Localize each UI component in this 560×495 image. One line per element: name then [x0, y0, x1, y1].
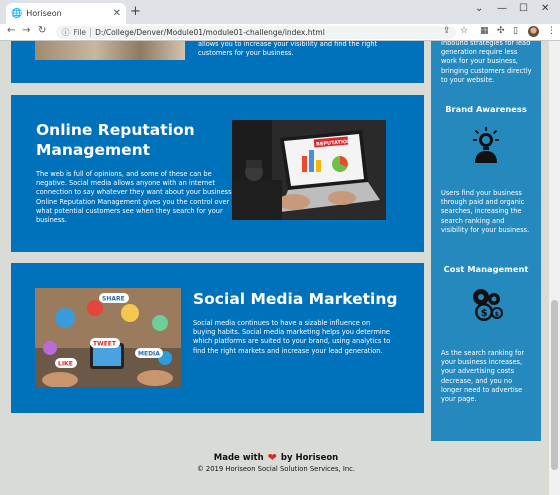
reputation-card: Online Reputation Management The web is …	[11, 95, 424, 252]
page-footer: Made with ❤ by Horiseon © 2019 Horiseon …	[0, 451, 552, 473]
tweet-label: TWEET	[93, 341, 117, 348]
extension-icon[interactable]: ▦	[480, 26, 489, 36]
cost-gears-icon: $ $	[467, 285, 505, 323]
new-tab-button[interactable]: +	[130, 4, 141, 19]
menu-icon[interactable]: ⋮	[547, 26, 556, 36]
social-media-image: TWEET LIKE MEDIA SHARE	[35, 288, 181, 387]
tab-title: Horiseon	[26, 9, 62, 18]
url-text[interactable]: D:/College/Denver/Module01/module01-chal…	[95, 28, 325, 37]
like-label: LIKE	[58, 361, 73, 368]
search-engine-text: allows you to increase your visibility a…	[198, 41, 378, 58]
forward-icon[interactable]: →	[22, 25, 30, 36]
reload-icon[interactable]: ↻	[38, 25, 46, 36]
by-horiseon-text: by Horiseon	[280, 453, 339, 463]
sidebar-icon[interactable]: ▯	[513, 26, 518, 36]
brand-awareness-title: Brand Awareness	[445, 104, 527, 114]
profile-avatar[interactable]	[528, 26, 539, 37]
made-with-line: Made with ❤ by Horiseon	[0, 451, 552, 464]
address-bar[interactable]: ⓘ File D:/College/Denver/Module01/module…	[56, 26, 456, 39]
globe-icon: 🌐	[11, 8, 23, 19]
info-icon[interactable]: ⓘ	[62, 27, 70, 38]
maximize-button[interactable]: ☐	[519, 3, 528, 14]
share-icon[interactable]: ⇪	[443, 26, 451, 36]
lead-generation-text: Inbound strategies for lead generation r…	[441, 41, 532, 84]
cost-management-title: Cost Management	[443, 264, 529, 274]
search-engine-image	[35, 41, 185, 60]
tab-horiseon[interactable]: 🌐 Horiseon ✕	[6, 3, 126, 24]
scrollbar-thumb[interactable]	[551, 300, 558, 470]
svg-text:$: $	[481, 308, 488, 319]
media-label: MEDIA	[138, 351, 160, 358]
tab-search-icon[interactable]: ⌄	[475, 3, 483, 14]
back-icon[interactable]: ←	[7, 25, 15, 36]
page-viewport: allows you to increase your visibility a…	[0, 41, 560, 495]
search-engine-card: allows you to increase your visibility a…	[11, 41, 424, 83]
brand-awareness-text: Users find your business through paid an…	[441, 189, 530, 234]
address-toolbar: ← → ↻ ⓘ File D:/College/Denver/Module01/…	[0, 24, 560, 41]
url-scheme-label: File	[74, 28, 92, 37]
reputation-text: The web is full of opinions, and some of…	[36, 170, 234, 225]
reputation-image: REPUTATION	[232, 120, 386, 220]
cost-management-text: As the search ranking for your business …	[441, 349, 525, 404]
made-with-text: Made with	[213, 453, 264, 463]
close-window-button[interactable]: ✕	[541, 3, 549, 14]
lightbulb-person-icon	[467, 126, 505, 164]
star-icon[interactable]: ☆	[460, 26, 468, 36]
reputation-title: Online Reputation Management	[36, 121, 195, 159]
tab-close-icon[interactable]: ✕	[113, 8, 121, 19]
social-media-card: TWEET LIKE MEDIA SHARE Social Media Mark…	[11, 263, 424, 413]
minimize-button[interactable]: —	[497, 3, 507, 14]
puzzle-icon[interactable]: ✣	[497, 26, 505, 36]
social-media-text: Social media continues to have a sizable…	[193, 319, 391, 355]
svg-text:$: $	[495, 311, 499, 318]
copyright-text: © 2019 Horiseon Social Solution Services…	[196, 465, 356, 473]
share-label: SHARE	[102, 296, 125, 303]
heart-icon: ❤	[267, 451, 277, 464]
benefits-sidebar: Inbound strategies for lead generation r…	[431, 41, 541, 441]
tab-strip: 🌐 Horiseon ✕ + ⌄ — ☐ ✕	[0, 0, 560, 24]
social-media-title: Social Media Marketing	[193, 290, 398, 308]
